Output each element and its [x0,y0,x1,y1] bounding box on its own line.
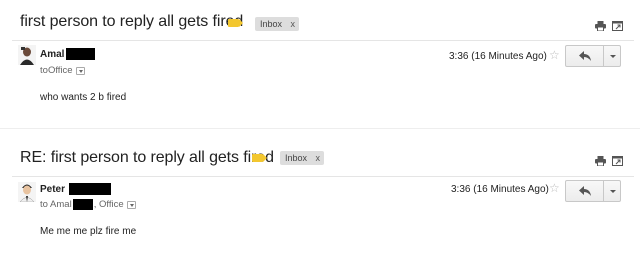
timestamp: 3:36 (16 Minutes Ago) [449,51,547,62]
email-body: who wants 2 b fired [40,92,127,103]
star-icon[interactable]: ☆ [549,182,560,194]
reply-button[interactable] [566,181,604,201]
reply-button[interactable] [566,46,604,66]
subject-row: first person to reply all gets fired Inb… [0,0,640,40]
show-details-dropdown-icon[interactable] [75,66,85,75]
inbox-label-chip[interactable]: Inbox x [280,151,324,165]
recipients-line: to Amal , Office [40,199,136,210]
sender-name[interactable]: Amal [40,49,64,60]
recipients-prefix: to [40,65,48,76]
print-icon[interactable] [595,153,606,167]
recipient-office[interactable]: Office [48,65,73,76]
divider [12,40,634,41]
reply-icon [579,186,591,196]
recipients-line: to Office [40,65,85,76]
redacted-name [69,183,111,195]
recipient-office[interactable]: , Office [94,199,124,210]
new-window-icon[interactable] [612,153,623,166]
email-thread: RE: first person to reply all gets fired… [0,138,640,253]
label-tag-icon[interactable] [228,19,243,27]
recipients-prefix[interactable]: to Amal [40,199,72,210]
email-body: Me me me plz fire me [40,226,137,237]
reply-icon [579,51,591,61]
remove-label-button[interactable]: x [291,17,296,31]
show-details-dropdown-icon[interactable] [126,200,136,209]
label-tag-icon[interactable] [252,154,267,162]
sender-name[interactable]: Peter [40,184,65,195]
email-subject: first person to reply all gets fired [20,13,244,30]
divider [12,176,634,177]
avatar[interactable] [18,182,36,202]
reply-button-group [565,45,621,67]
new-window-icon[interactable] [612,18,623,31]
email-thread: first person to reply all gets fired Inb… [0,0,640,128]
print-icon[interactable] [595,18,606,32]
more-options-button[interactable] [605,46,621,66]
thread-separator [0,128,640,129]
redacted-name [72,199,93,210]
timestamp: 3:36 (16 Minutes Ago) [451,184,549,195]
reply-button-group [565,180,621,202]
remove-label-button[interactable]: x [316,151,321,165]
more-options-button[interactable] [605,181,621,201]
redacted-name [66,48,95,60]
inbox-label-text: Inbox [285,153,308,163]
avatar[interactable] [18,45,36,65]
inbox-label-text: Inbox [260,19,283,29]
star-icon[interactable]: ☆ [549,49,560,61]
subject-row: RE: first person to reply all gets fired… [0,138,640,178]
inbox-label-chip[interactable]: Inbox x [255,17,299,31]
email-subject: RE: first person to reply all gets fired [20,149,274,166]
